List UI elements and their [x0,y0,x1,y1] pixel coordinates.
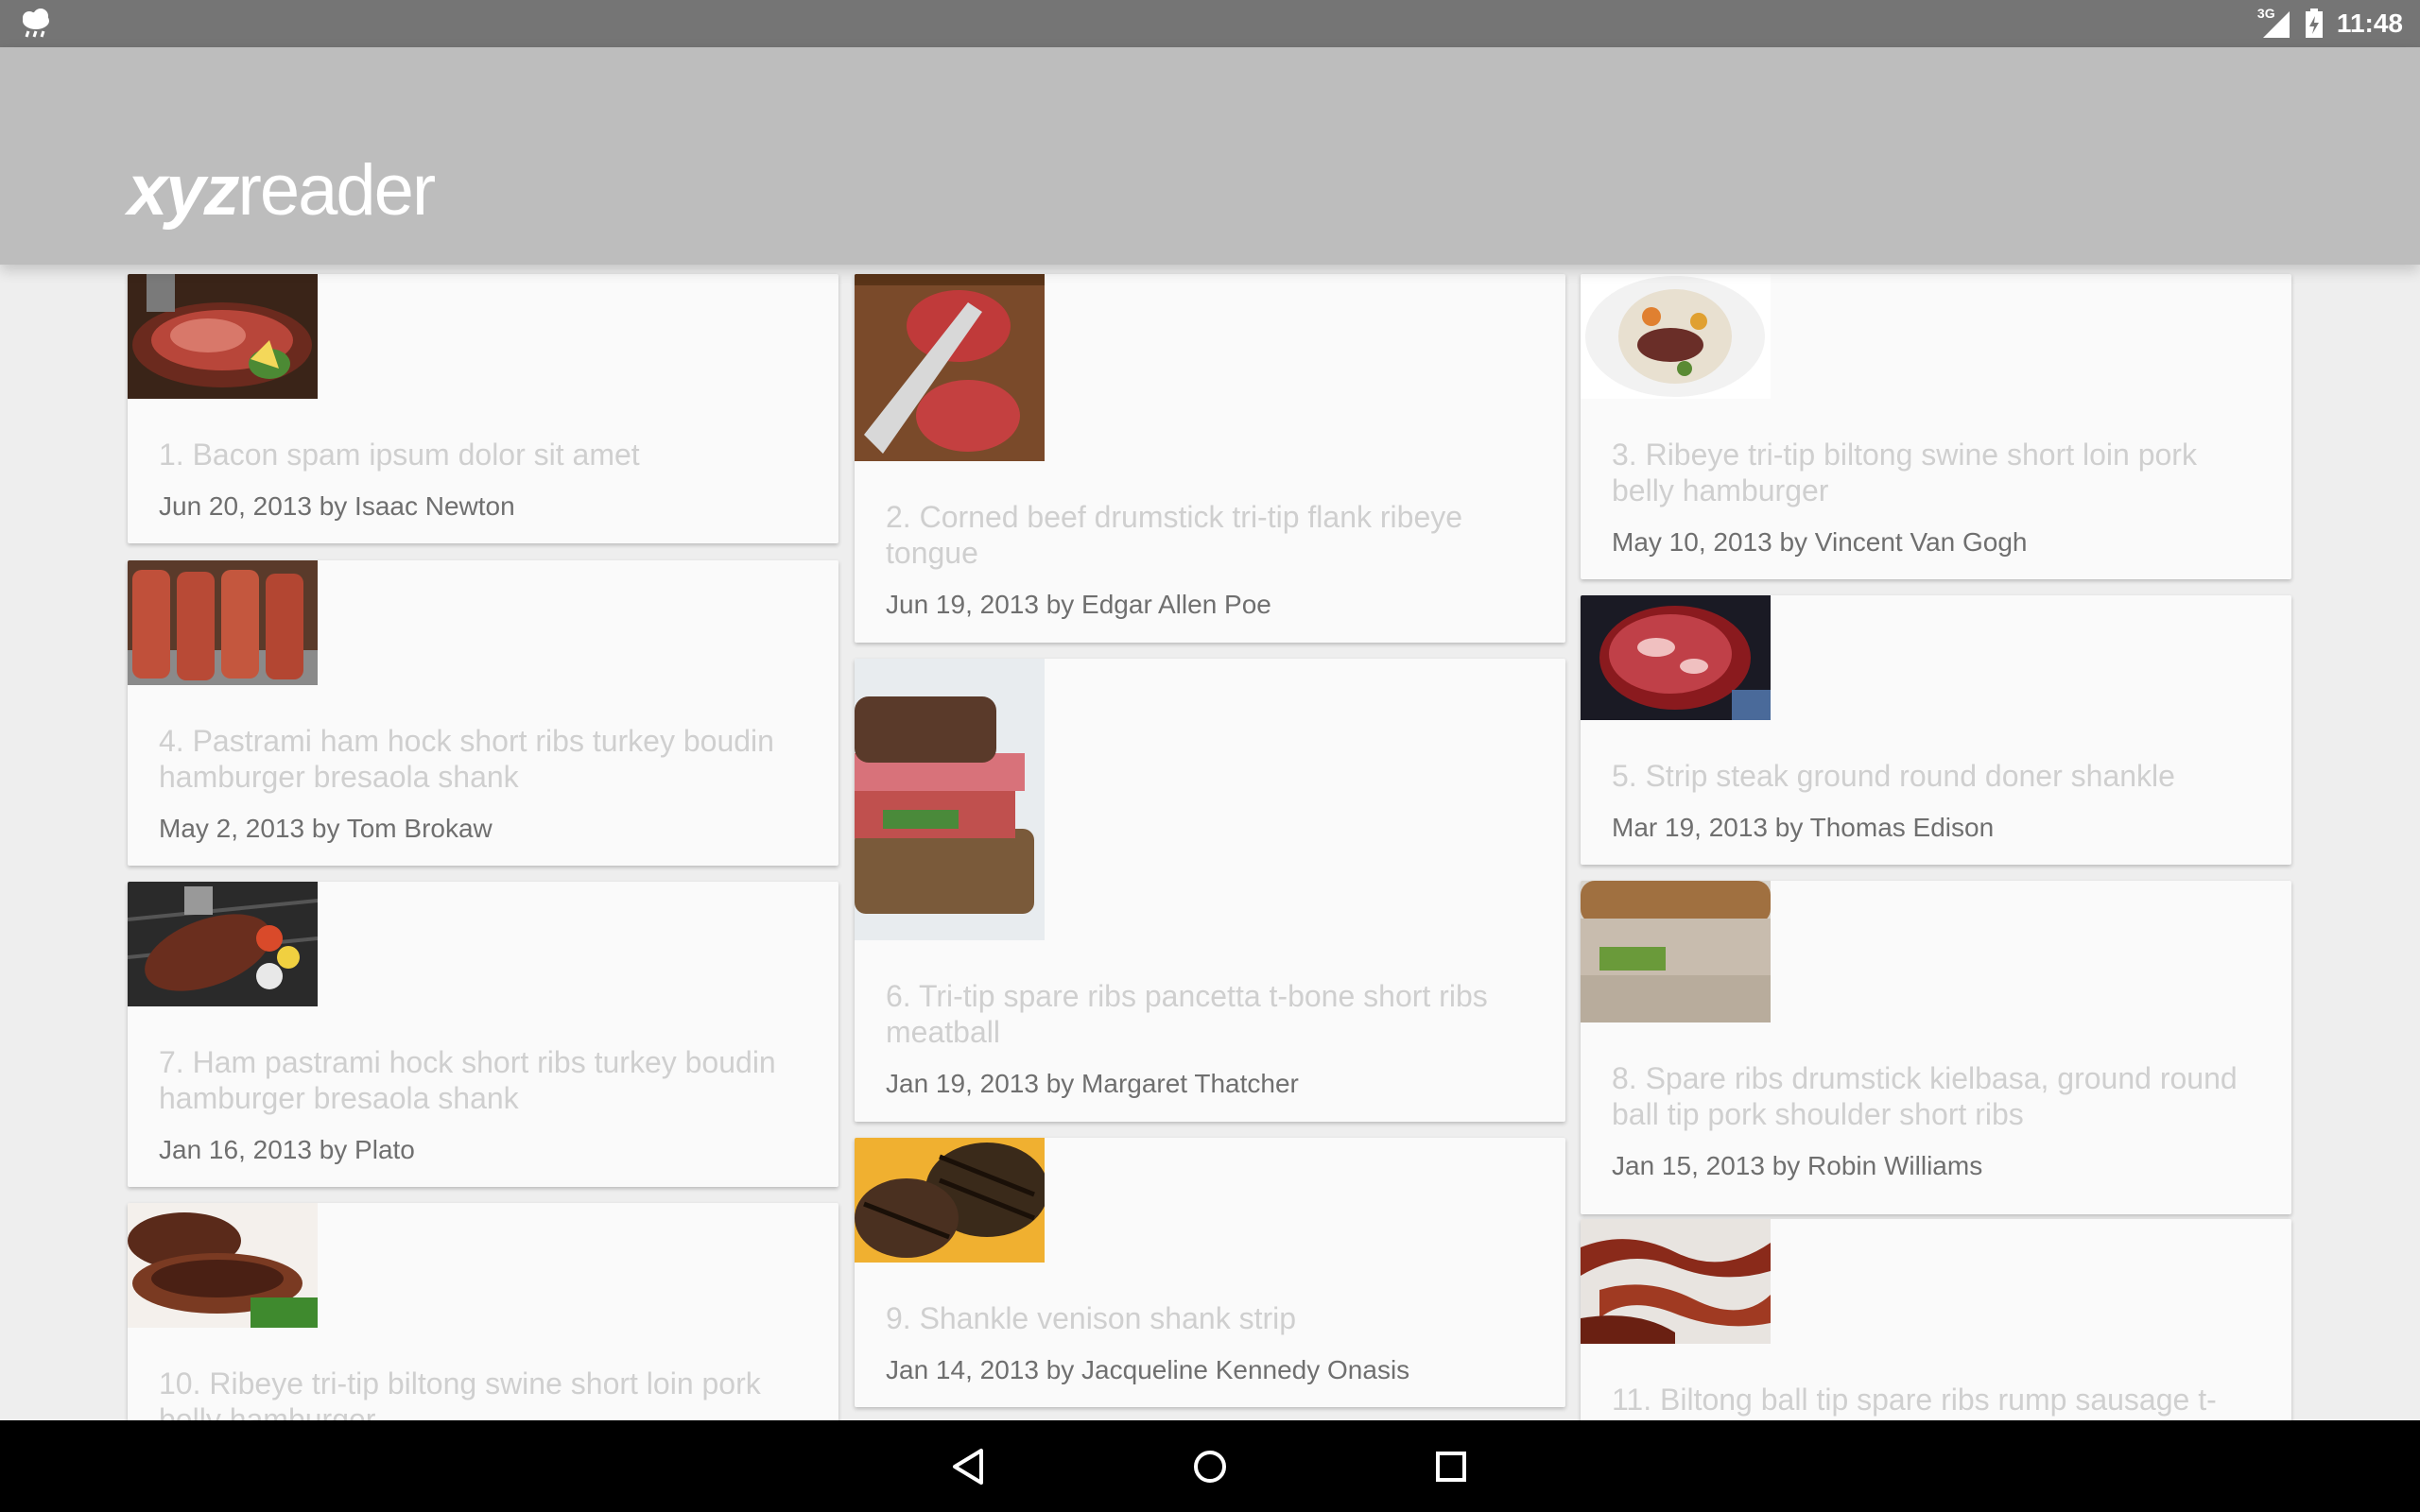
article-card[interactable]: 3. Ribeye tri-tip biltong swine short lo… [1581,274,2291,579]
article-meta: Jan 19, 2013 by Margaret Thatcher [886,1069,1299,1098]
article-meta: May 2, 2013 by Tom Brokaw [159,814,493,843]
article-meta: Mar 19, 2013 by Thomas Edison [1612,813,1995,842]
article-thumbnail [128,274,318,399]
status-bar: 3G 11:48 [0,0,2420,47]
article-title: 11. Biltong ball tip spare ribs rump sau… [1612,1383,2217,1417]
article-meta: May 10, 2013 by Vincent Van Gogh [1612,527,2028,557]
logo-bold-part: xyz [128,150,240,231]
article-title: 8. Spare ribs drumstick kielbasa, ground… [1612,1061,2238,1131]
article-thumbnail [128,882,318,1006]
back-triangle-icon[interactable] [943,1441,994,1492]
signal-icon: 3G [2256,6,2291,40]
article-title: 4. Pastrami ham hock short ribs turkey b… [159,724,774,794]
article-meta: Jun 19, 2013 by Edgar Allen Poe [886,590,1271,619]
article-thumbnail [1581,1219,1771,1344]
article-title: 5. Strip steak ground round doner shankl… [1612,759,2175,793]
article-card[interactable]: 5. Strip steak ground round doner shankl… [1581,595,2291,865]
app-logo: xyzreader [128,149,437,232]
network-type-label: 3G [2256,6,2275,21]
article-card[interactable]: 7. Ham pastrami hock short ribs turkey b… [128,882,838,1187]
article-card[interactable]: 10. Ribeye tri-tip biltong swine short l… [128,1203,838,1420]
article-card[interactable]: 2. Corned beef drumstick tri-tip flank r… [855,274,1565,643]
status-clock: 11:48 [2336,9,2403,38]
article-title: 6. Tri-tip spare ribs pancetta t-bone sh… [886,979,1488,1049]
cloud-rain-icon [19,8,53,40]
article-meta: Jun 20, 2013 by Isaac Newton [159,491,515,521]
article-grid[interactable]: 1. Bacon spam ipsum dolor sit amet Jun 2… [0,265,2420,1420]
article-card[interactable]: 1. Bacon spam ipsum dolor sit amet Jun 2… [128,274,838,543]
article-thumbnail [128,1203,318,1328]
article-thumbnail [1581,595,1771,720]
article-title: 7. Ham pastrami hock short ribs turkey b… [159,1045,776,1115]
article-thumbnail [128,560,318,685]
article-meta: Jan 14, 2013 by Jacqueline Kennedy Onasi… [886,1355,1410,1384]
article-card[interactable]: 6. Tri-tip spare ribs pancetta t-bone sh… [855,659,1565,1122]
article-title: 1. Bacon spam ipsum dolor sit amet [159,438,640,472]
article-card[interactable]: 11. Biltong ball tip spare ribs rump sau… [1581,1219,2291,1420]
article-meta: Jan 16, 2013 by Plato [159,1135,415,1164]
home-circle-icon[interactable] [1184,1441,1236,1492]
article-thumbnail [855,274,1045,461]
article-meta: Jan 15, 2013 by Robin Williams [1612,1151,1983,1180]
article-card[interactable]: 8. Spare ribs drumstick kielbasa, ground… [1581,881,2291,1214]
article-card[interactable]: 9. Shankle venison shank strip Jan 14, 2… [855,1138,1565,1407]
article-card[interactable]: 4. Pastrami ham hock short ribs turkey b… [128,560,838,866]
battery-icon [2305,9,2324,39]
article-thumbnail [855,1138,1045,1263]
article-title: 2. Corned beef drumstick tri-tip flank r… [886,500,1463,570]
article-thumbnail [855,659,1045,940]
app-bar: xyzreader [0,47,2420,265]
article-thumbnail [1581,274,1771,399]
logo-light-part: reader [237,150,437,231]
article-title: 9. Shankle venison shank strip [886,1301,1297,1335]
article-thumbnail [1581,881,1771,1022]
article-title: 3. Ribeye tri-tip biltong swine short lo… [1612,438,2197,507]
recents-square-icon[interactable] [1426,1441,1477,1492]
navigation-bar [0,1420,2420,1512]
article-title: 10. Ribeye tri-tip biltong swine short l… [159,1366,761,1420]
